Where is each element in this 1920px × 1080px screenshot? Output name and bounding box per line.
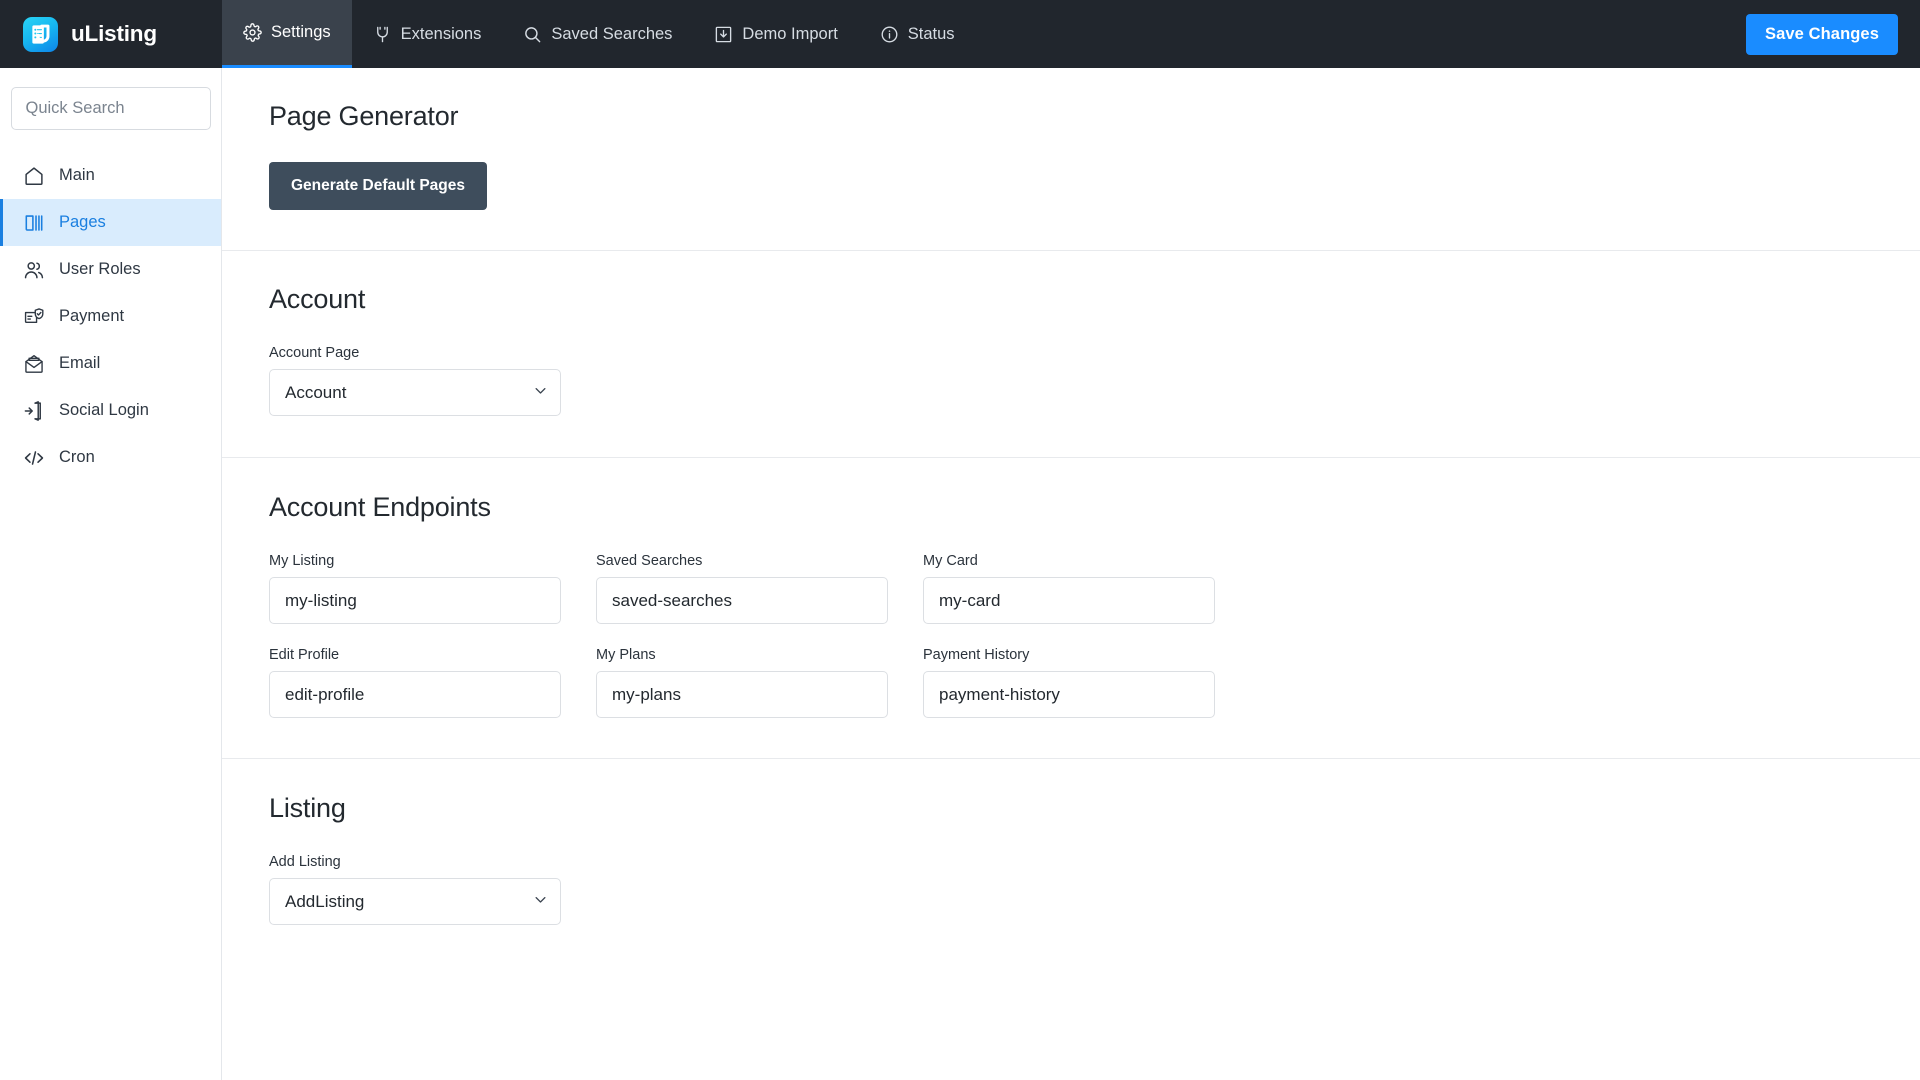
section-listing: Listing Add Listing AddListing [222, 759, 1920, 967]
saved-searches-label: Saved Searches [596, 553, 703, 569]
sidebar-item-main[interactable]: Main [0, 152, 221, 199]
download-box-icon [714, 25, 733, 44]
sidebar: Main Pages Use [0, 68, 222, 1080]
tab-saved-searches[interactable]: Saved Searches [502, 0, 693, 68]
sidebar-item-pages[interactable]: Pages [0, 199, 221, 246]
sidebar-item-user-roles-label: User Roles [59, 260, 141, 278]
envelope-icon [23, 353, 45, 375]
brand: uListing [0, 0, 222, 68]
gear-icon [243, 23, 262, 42]
tab-saved-searches-label: Saved Searches [551, 24, 673, 43]
tab-extensions[interactable]: Extensions [352, 0, 503, 68]
field-add-listing: Add Listing AddListing [269, 854, 1880, 925]
save-button-container: Save Changes [1745, 0, 1920, 68]
login-arrow-icon [23, 400, 45, 422]
account-endpoints-title: Account Endpoints [269, 492, 491, 522]
tab-settings-label: Settings [271, 23, 331, 41]
my-listing-label: My Listing [269, 553, 335, 569]
edit-profile-label: Edit Profile [269, 647, 340, 663]
field-my-listing: My Listing [269, 553, 561, 624]
sidebar-item-cron-label: Cron [59, 448, 95, 466]
sidebar-item-cron[interactable]: Cron [0, 434, 221, 481]
pages-icon [23, 212, 45, 234]
tab-demo-import[interactable]: Demo Import [693, 0, 858, 68]
page-body: Main Pages Use [0, 68, 1920, 1080]
my-listing-input[interactable] [269, 577, 561, 624]
home-icon [23, 165, 45, 187]
tab-status[interactable]: Status [859, 0, 976, 68]
info-circle-icon [880, 25, 899, 44]
tab-status-label: Status [907, 24, 955, 43]
plug-icon [373, 25, 392, 44]
tab-settings[interactable]: Settings [222, 0, 352, 68]
account-page-select-wrap: Account [269, 369, 561, 416]
section-account: Account Account Page Account [222, 251, 1920, 458]
quick-search-input[interactable] [10, 87, 211, 130]
sidebar-item-payment[interactable]: Payment [0, 293, 221, 340]
field-my-card: My Card [923, 553, 1215, 624]
add-listing-label: Add Listing [269, 854, 341, 870]
edit-profile-input[interactable] [269, 671, 561, 718]
generate-default-pages-button[interactable]: Generate Default Pages [269, 162, 488, 210]
users-icon [23, 259, 45, 281]
add-listing-select[interactable]: AddListing [269, 878, 561, 925]
sidebar-item-main-label: Main [59, 166, 95, 184]
sidebar-item-social-login[interactable]: Social Login [0, 387, 221, 434]
search-icon [523, 25, 542, 44]
brand-name: uListing [71, 21, 157, 46]
account-page-label: Account Page [269, 345, 360, 361]
payment-history-label: Payment History [923, 647, 1030, 663]
field-payment-history: Payment History [923, 647, 1215, 718]
ulisting-logo-icon [23, 16, 58, 52]
my-plans-label: My Plans [596, 647, 656, 663]
account-title: Account [269, 284, 366, 314]
payment-history-input[interactable] [923, 671, 1215, 718]
tab-extensions-label: Extensions [400, 24, 482, 43]
field-saved-searches: Saved Searches [596, 553, 888, 624]
sidebar-item-email-label: Email [59, 354, 101, 372]
account-page-select[interactable]: Account [269, 369, 561, 416]
field-edit-profile: Edit Profile [269, 647, 561, 718]
sidebar-item-payment-label: Payment [59, 307, 125, 325]
sidebar-item-pages-label: Pages [59, 213, 106, 231]
my-card-input[interactable] [923, 577, 1215, 624]
page-generator-title: Page Generator [269, 101, 459, 131]
payment-card-shield-icon [23, 306, 45, 328]
sidebar-item-social-login-label: Social Login [59, 401, 149, 419]
sidebar-item-email[interactable]: Email [0, 340, 221, 387]
saved-searches-input[interactable] [596, 577, 888, 624]
save-changes-button[interactable]: Save Changes [1745, 13, 1898, 55]
sidebar-item-user-roles[interactable]: User Roles [0, 246, 221, 293]
my-plans-input[interactable] [596, 671, 888, 718]
top-bar: uListing Settings Extensions Saved Searc… [0, 0, 1920, 68]
my-card-label: My Card [923, 553, 978, 569]
field-my-plans: My Plans [596, 647, 888, 718]
main-content: Page Generator Generate Default Pages Ac… [222, 68, 1920, 1080]
account-endpoints-grid: My Listing Saved Searches My Card Edit P… [269, 553, 1880, 718]
top-nav: Settings Extensions Saved Searches Demo … [222, 0, 1746, 68]
tab-demo-import-label: Demo Import [742, 24, 838, 43]
section-page-generator: Page Generator Generate Default Pages [222, 68, 1920, 251]
code-brackets-icon [23, 447, 45, 469]
listing-title: Listing [269, 793, 346, 823]
section-account-endpoints: Account Endpoints My Listing Saved Searc… [222, 458, 1920, 759]
field-account-page: Account Page Account [269, 345, 1880, 416]
add-listing-select-wrap: AddListing [269, 878, 561, 925]
